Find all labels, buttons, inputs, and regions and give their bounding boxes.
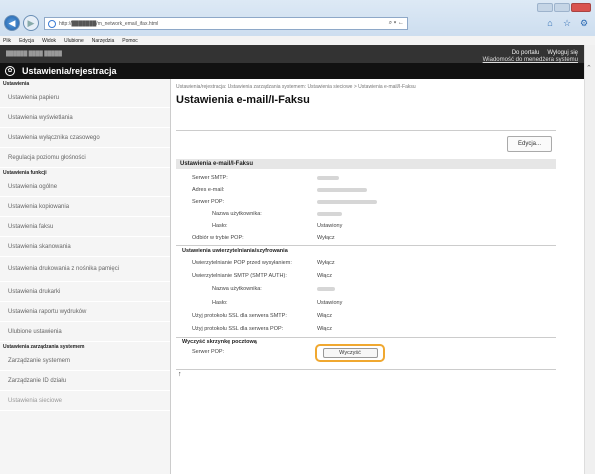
sidebar-item-network[interactable]: Ustawienia sieciowe bbox=[0, 391, 170, 411]
address-bar[interactable]: http://███████/m_network_email_ifax.html… bbox=[44, 17, 408, 30]
sidebar-item-system-mgmt[interactable]: Zarządzanie systemem bbox=[0, 351, 170, 371]
app-title: Ustawienia/rejestracja bbox=[22, 66, 117, 76]
sidebar: Ustawienia Ustawienia papieru Ustawienia… bbox=[0, 79, 171, 474]
favorites-star-icon[interactable]: ☆ bbox=[562, 18, 572, 28]
sidebar-item-volume[interactable]: Regulacja poziomu głośności bbox=[0, 148, 170, 168]
clear-pop-server-label: Serwer POP: bbox=[192, 349, 225, 355]
sidebar-item-report[interactable]: Ustawienia raportu wydruków bbox=[0, 302, 170, 322]
portal-link[interactable]: Do portalu bbox=[512, 50, 540, 56]
scroll-up-icon[interactable]: ⌃ bbox=[586, 64, 592, 72]
browser-toolbar: ⌂ ☆ ⚙ bbox=[545, 18, 589, 28]
menu-favorites[interactable]: Ulubione bbox=[64, 38, 84, 44]
ie-icon bbox=[48, 19, 56, 28]
sidebar-item-scan[interactable]: Ustawienia skanowania bbox=[0, 237, 170, 257]
close-button[interactable] bbox=[571, 3, 591, 12]
sidebar-group-functions: Ustawienia funkcji bbox=[3, 169, 47, 176]
username-label: Nazwa użytkownika: bbox=[212, 211, 262, 217]
menu-file[interactable]: Plik bbox=[3, 38, 11, 44]
main-content: Ustawienia/rejestracja: Ustawienia zarzą… bbox=[172, 79, 584, 474]
address-controls[interactable]: ⌕ ▾ ← bbox=[389, 20, 404, 27]
auth-password-label: Hasło: bbox=[212, 300, 228, 306]
back-to-top-icon[interactable]: ↑ bbox=[178, 371, 182, 378]
menu-view[interactable]: Widok bbox=[42, 38, 56, 44]
menu-help[interactable]: Pomoc bbox=[122, 38, 138, 44]
divider bbox=[176, 369, 556, 370]
ssl-pop-value: Włącz bbox=[317, 326, 332, 332]
smtp-auth-value: Włącz bbox=[317, 273, 332, 279]
sidebar-item-dept-id[interactable]: Zarządzanie ID działu bbox=[0, 371, 170, 391]
sidebar-item-printer[interactable]: Ustawienia drukarki bbox=[0, 282, 170, 302]
divider bbox=[176, 337, 556, 338]
email-address-value bbox=[317, 188, 367, 192]
scrollbar[interactable]: ⌃ bbox=[584, 45, 595, 474]
logout-link[interactable]: Wyloguj się bbox=[547, 50, 578, 56]
section-clear-mailbox: Wyczyść skrzynkę pocztową bbox=[182, 339, 257, 345]
auth-username-value bbox=[317, 287, 335, 291]
ssl-pop-label: Użyj protokołu SSL dla serwera POP: bbox=[192, 326, 284, 332]
smtp-auth-label: Uwierzytelnianie SMTP (SMTP AUTH): bbox=[192, 273, 287, 279]
app-header: ✿ Ustawienia/rejestracja Wiadomość do me… bbox=[0, 57, 584, 79]
pop-before-label: Uwierzytelnianie POP przed wysyłaniem: bbox=[192, 260, 292, 266]
sidebar-item-favorites[interactable]: Ulubione ustawienia bbox=[0, 322, 170, 342]
section-email-ifax: Ustawienia e-mail/I-Faksu bbox=[176, 159, 556, 169]
clear-button[interactable]: Wyczyść bbox=[322, 348, 378, 358]
sidebar-item-paper[interactable]: Ustawienia papieru bbox=[0, 88, 170, 108]
pop-server-label: Serwer POP: bbox=[192, 199, 225, 205]
minimize-button[interactable] bbox=[537, 3, 553, 12]
menu-tools[interactable]: Narzędzia bbox=[92, 38, 115, 44]
sidebar-item-fax[interactable]: Ustawienia faksu bbox=[0, 217, 170, 237]
pop-receive-value: Wyłącz bbox=[317, 235, 335, 241]
auth-username-label: Nazwa użytkownika: bbox=[212, 286, 262, 292]
menu-edit[interactable]: Edycja bbox=[19, 38, 34, 44]
forward-button[interactable]: ▶ bbox=[23, 15, 39, 31]
password-label: Hasło: bbox=[212, 223, 228, 229]
ssl-smtp-label: Użyj protokołu SSL dla serwera SMTP: bbox=[192, 313, 287, 319]
smtp-server-value bbox=[317, 176, 339, 180]
edit-button[interactable]: Edycja... bbox=[507, 136, 552, 152]
url-text: http://███████/m_network_email_ifax.html bbox=[59, 20, 159, 27]
smtp-server-label: Serwer SMTP: bbox=[192, 175, 228, 181]
settings-logo-icon: ✿ bbox=[5, 66, 15, 76]
pop-receive-label: Odbiór w trybie POP: bbox=[192, 235, 244, 241]
divider bbox=[176, 245, 556, 246]
sidebar-item-copy[interactable]: Ustawienia kopiowania bbox=[0, 197, 170, 217]
device-name: ██████ ████ █████ bbox=[6, 51, 62, 57]
settings-gear-icon[interactable]: ⚙ bbox=[579, 18, 589, 28]
sidebar-item-memory-print[interactable]: Ustawienia drukowania z nośnika pamięci bbox=[0, 257, 170, 282]
ssl-smtp-value: Włącz bbox=[317, 313, 332, 319]
sidebar-item-general[interactable]: Ustawienia ogólne bbox=[0, 177, 170, 197]
clear-button-highlight: Wyczyść bbox=[315, 344, 385, 362]
sidebar-group-system: Ustawienia zarządzania systemem bbox=[3, 343, 85, 350]
breadcrumb: Ustawienia/rejestracja: Ustawienia zarzą… bbox=[176, 84, 416, 90]
auth-password-value: Ustawiony bbox=[317, 300, 343, 306]
maximize-button[interactable] bbox=[554, 3, 570, 12]
password-value: Ustawiony bbox=[317, 223, 343, 229]
username-value bbox=[317, 212, 342, 216]
sidebar-item-display[interactable]: Ustawienia wyświetlania bbox=[0, 108, 170, 128]
sidebar-group-settings: Ustawienia bbox=[3, 80, 30, 87]
page-title: Ustawienia e-mail/I-Faksu bbox=[176, 94, 310, 106]
home-icon[interactable]: ⌂ bbox=[545, 18, 555, 28]
pop-server-value bbox=[317, 200, 377, 204]
sidebar-item-timer[interactable]: Ustawienia wyłącznika czasowego bbox=[0, 128, 170, 148]
divider bbox=[176, 130, 556, 131]
window-controls bbox=[537, 3, 591, 12]
manager-message-link[interactable]: Wiadomość do menedżera systemu bbox=[483, 57, 578, 63]
email-address-label: Adres e-mail: bbox=[192, 187, 225, 193]
back-button[interactable]: ◀ bbox=[4, 15, 20, 31]
pop-before-value: Wyłącz bbox=[317, 260, 335, 266]
section-auth: Ustawienia uwierzytelniania/szyfrowania bbox=[182, 248, 288, 254]
menu-bar: Plik Edycja Widok Ulubione Narzędzia Pom… bbox=[0, 36, 595, 45]
